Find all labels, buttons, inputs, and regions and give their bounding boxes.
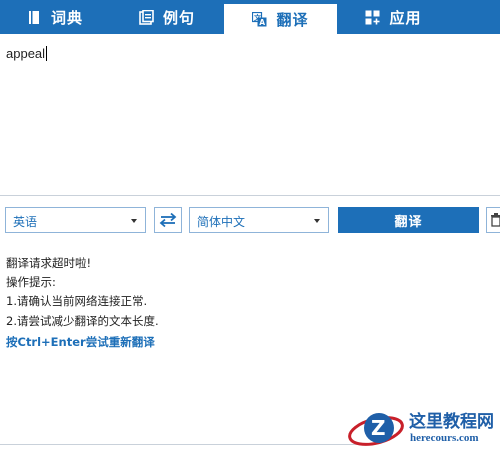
translate-button[interactable]: 翻译	[338, 207, 479, 233]
controls-row: 英语 简体中文 翻译	[0, 197, 500, 245]
error-title: 翻译请求超时啦!	[6, 256, 92, 270]
source-language-select[interactable]: 英语	[5, 207, 146, 233]
translate-icon: 文 A	[252, 11, 267, 27]
translator-window: 词典 例句 文 A 翻译	[0, 0, 500, 451]
divider	[0, 444, 360, 445]
swap-arrows-icon	[159, 212, 177, 228]
tab-apps[interactable]: 应用	[337, 0, 450, 34]
book-icon	[27, 10, 42, 25]
tab-apps-label: 应用	[389, 8, 422, 27]
trash-icon	[491, 213, 500, 227]
tab-sentences[interactable]: 例句	[110, 0, 224, 34]
clear-button[interactable]	[486, 207, 500, 233]
sentences-icon	[139, 9, 154, 25]
tip-network: 1.请确认当前网络连接正常.	[6, 294, 148, 308]
dropdown-arrow-icon	[314, 219, 320, 223]
svg-text:Z: Z	[371, 416, 386, 440]
watermark-url: herecours.com	[410, 432, 479, 444]
tab-dictionary[interactable]: 词典	[0, 0, 110, 34]
source-text: appeal	[6, 46, 46, 61]
tab-translate[interactable]: 文 A 翻译	[224, 4, 337, 34]
tips-heading: 操作提示:	[6, 275, 56, 289]
source-language-value: 英语	[13, 215, 38, 229]
svg-text:A: A	[260, 18, 266, 27]
watermark-logo-icon: Z	[348, 413, 404, 446]
tip-text-length: 2.请尝试减少翻译的文本长度.	[6, 314, 159, 328]
apps-icon	[365, 10, 380, 25]
text-caret	[46, 46, 48, 61]
tab-translate-label: 翻译	[276, 10, 309, 29]
site-watermark: Z 这里教程网 herecours.com	[345, 405, 500, 451]
source-text-area[interactable]: appeal	[0, 34, 500, 196]
dropdown-arrow-icon	[131, 219, 137, 223]
tab-bar: 词典 例句 文 A 翻译	[0, 0, 500, 34]
tab-sentences-label: 例句	[162, 8, 195, 27]
target-language-value: 简体中文	[197, 215, 246, 229]
tab-dictionary-label: 词典	[50, 8, 83, 27]
retry-translate-link[interactable]: 按Ctrl+Enter尝试重新翻译	[6, 334, 155, 350]
target-language-select[interactable]: 简体中文	[189, 207, 329, 233]
swap-languages-button[interactable]	[154, 207, 182, 233]
source-text-line: appeal	[6, 46, 48, 61]
watermark-title: 这里教程网	[409, 412, 494, 432]
